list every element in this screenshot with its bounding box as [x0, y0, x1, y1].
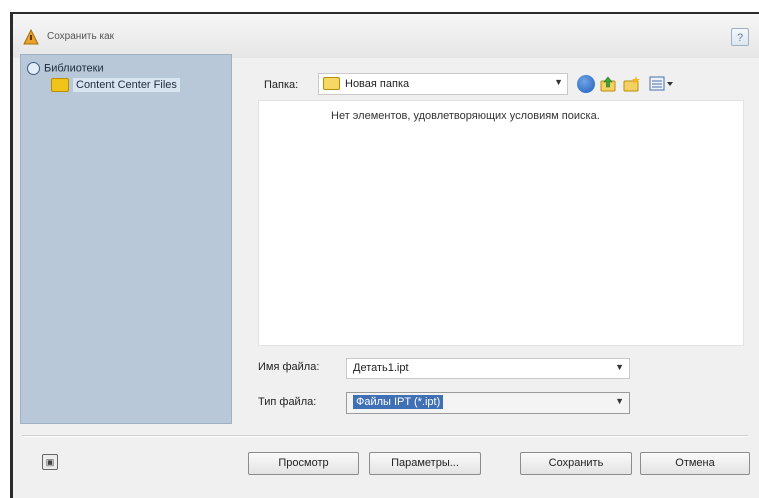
- file-type-label: Тип файла:: [258, 396, 317, 408]
- file-name-label: Имя файла:: [258, 361, 320, 373]
- preview-button[interactable]: Просмотр: [248, 452, 359, 475]
- folder-icon: [323, 77, 340, 90]
- folder-icon: [51, 78, 69, 92]
- file-type-value: Файлы IPT (*.ipt): [353, 395, 444, 409]
- back-icon[interactable]: [577, 75, 595, 93]
- folder-value: Новая папка: [345, 78, 410, 90]
- tree-item-content-center-files[interactable]: Content Center Files: [51, 77, 180, 92]
- title-bar: Сохранить как ?: [13, 14, 759, 58]
- file-name-value: Детать1.ipt: [353, 362, 409, 374]
- tree-item-label: Content Center Files: [73, 77, 180, 92]
- chevron-down-icon[interactable]: ▼: [554, 77, 563, 87]
- tree-item-label: Библиотеки: [44, 62, 104, 75]
- file-list[interactable]: Нет элементов, удовлетворяющих условиям …: [258, 100, 744, 346]
- empty-message: Нет элементов, удовлетворяющих условиям …: [331, 110, 600, 122]
- places-tree[interactable]: Библиотеки Content Center Files: [20, 54, 232, 424]
- page: Сохранить как ? Библиотеки Content Cente…: [0, 0, 759, 498]
- file-name-field[interactable]: Детать1.ipt ▼: [346, 358, 630, 379]
- cancel-button[interactable]: Отмена: [640, 452, 750, 475]
- up-folder-icon[interactable]: [599, 75, 617, 93]
- divider: [22, 435, 748, 437]
- save-button[interactable]: Сохранить: [520, 452, 632, 475]
- window-title: Сохранить как: [47, 31, 115, 42]
- globe-icon: [27, 62, 40, 75]
- folder-label: Папка:: [264, 79, 299, 91]
- file-type-select[interactable]: Файлы IPT (*.ipt) ▼: [346, 392, 630, 414]
- new-folder-icon[interactable]: [623, 75, 641, 93]
- inventor-logo-icon: [23, 28, 39, 45]
- chevron-down-icon[interactable]: ▼: [615, 396, 624, 406]
- help-icon[interactable]: ?: [731, 28, 749, 46]
- view-menu-icon[interactable]: [648, 75, 678, 93]
- options-button[interactable]: Параметры...: [369, 452, 481, 475]
- folder-dropdown[interactable]: Новая папка ▼: [318, 73, 568, 95]
- chevron-down-icon[interactable]: ▼: [615, 362, 624, 372]
- tree-item-libraries[interactable]: Библиотеки: [27, 62, 104, 75]
- preview-toggle-icon[interactable]: ▣: [42, 454, 58, 470]
